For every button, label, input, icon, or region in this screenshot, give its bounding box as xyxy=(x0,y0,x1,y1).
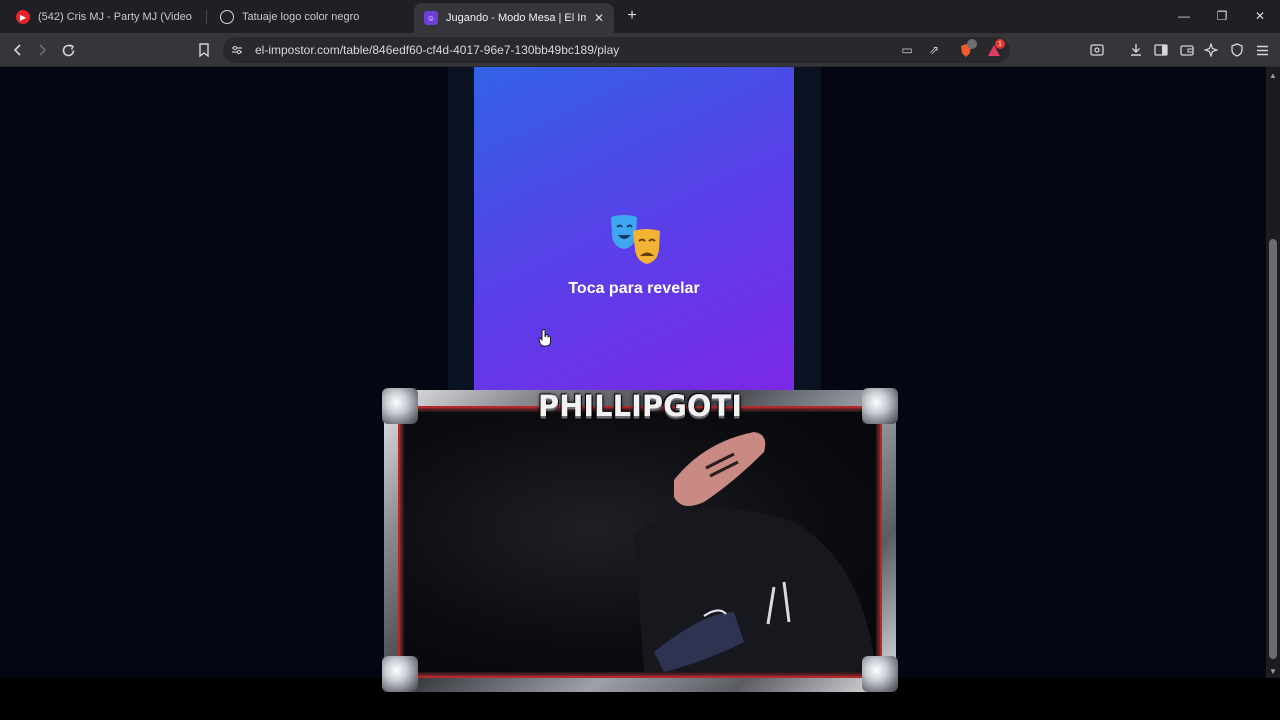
address-bar[interactable]: el-impostor.com/table/846edf60-cf4d-4017… xyxy=(223,37,1010,63)
webcam-feed xyxy=(404,412,876,672)
tab-title: Jugando - Modo Mesa | El Impostor xyxy=(446,12,586,24)
corner-gem xyxy=(382,388,418,424)
share-icon[interactable]: ⇗ xyxy=(924,40,944,60)
tab-youtube[interactable]: ▶ (542) Cris MJ - Party MJ (Video Oficia… xyxy=(6,4,202,30)
rewards-count-badge: 1 xyxy=(995,39,1005,49)
reveal-label: Toca para revelar xyxy=(568,280,700,297)
download-icon[interactable] xyxy=(1124,38,1148,62)
back-arrow-icon[interactable] xyxy=(6,38,30,62)
webcam-overlay: PHILLIPGOTI xyxy=(382,388,898,692)
reveal-card[interactable]: Toca para revelar xyxy=(474,67,794,407)
corner-gem xyxy=(862,388,898,424)
tab-strip: ▶ (542) Cris MJ - Party MJ (Video Oficia… xyxy=(0,0,1280,33)
theater-masks-icon xyxy=(611,215,660,264)
close-window-icon[interactable]: ✕ xyxy=(1248,6,1272,26)
reload-icon[interactable] xyxy=(56,38,80,62)
tab-el-impostor[interactable]: ☺ Jugando - Modo Mesa | El Impostor ✕ xyxy=(414,3,614,33)
page-scrollbar[interactable]: ▲ ▼ xyxy=(1266,67,1280,678)
scroll-up-icon[interactable]: ▲ xyxy=(1269,71,1277,80)
cast-icon[interactable]: ▭ xyxy=(897,40,917,60)
site-settings-icon[interactable] xyxy=(227,40,247,60)
browser-toolbar: el-impostor.com/table/846edf60-cf4d-4017… xyxy=(0,33,1280,67)
tab-title: Tatuaje logo color negro xyxy=(242,11,360,23)
tab-tatuaje[interactable]: Tatuaje logo color negro xyxy=(210,4,406,30)
sidebar-icon[interactable] xyxy=(1149,38,1173,62)
menu-icon[interactable] xyxy=(1250,38,1274,62)
theater-masks-icon: ☺ xyxy=(424,11,438,25)
close-tab-icon[interactable]: ✕ xyxy=(594,11,604,25)
screenshot-icon[interactable] xyxy=(1085,38,1109,62)
minimize-icon[interactable]: — xyxy=(1172,6,1196,26)
leo-ai-icon[interactable] xyxy=(1199,38,1223,62)
restore-icon[interactable]: ❐ xyxy=(1210,6,1234,26)
streamer-name-logo: PHILLIPGOTI xyxy=(537,389,743,423)
new-tab-button[interactable]: + xyxy=(623,7,641,25)
wallet-icon[interactable] xyxy=(1175,38,1199,62)
bookmark-icon[interactable] xyxy=(192,38,216,62)
scroll-down-icon[interactable]: ▼ xyxy=(1269,667,1277,676)
hand-cursor-icon xyxy=(538,329,551,347)
shields-count-badge xyxy=(967,39,977,49)
vpn-shield-icon[interactable] xyxy=(1225,38,1249,62)
url-text: el-impostor.com/table/846edf60-cf4d-4017… xyxy=(255,43,620,57)
corner-gem xyxy=(862,656,898,692)
corner-gem xyxy=(382,656,418,692)
tab-title: (542) Cris MJ - Party MJ (Video Oficial xyxy=(38,11,192,23)
chatgpt-icon xyxy=(220,10,234,24)
forward-arrow-icon[interactable] xyxy=(30,38,54,62)
tab-divider xyxy=(206,10,207,24)
scrollbar-thumb[interactable] xyxy=(1269,239,1277,659)
youtube-icon: ▶ xyxy=(16,10,30,24)
